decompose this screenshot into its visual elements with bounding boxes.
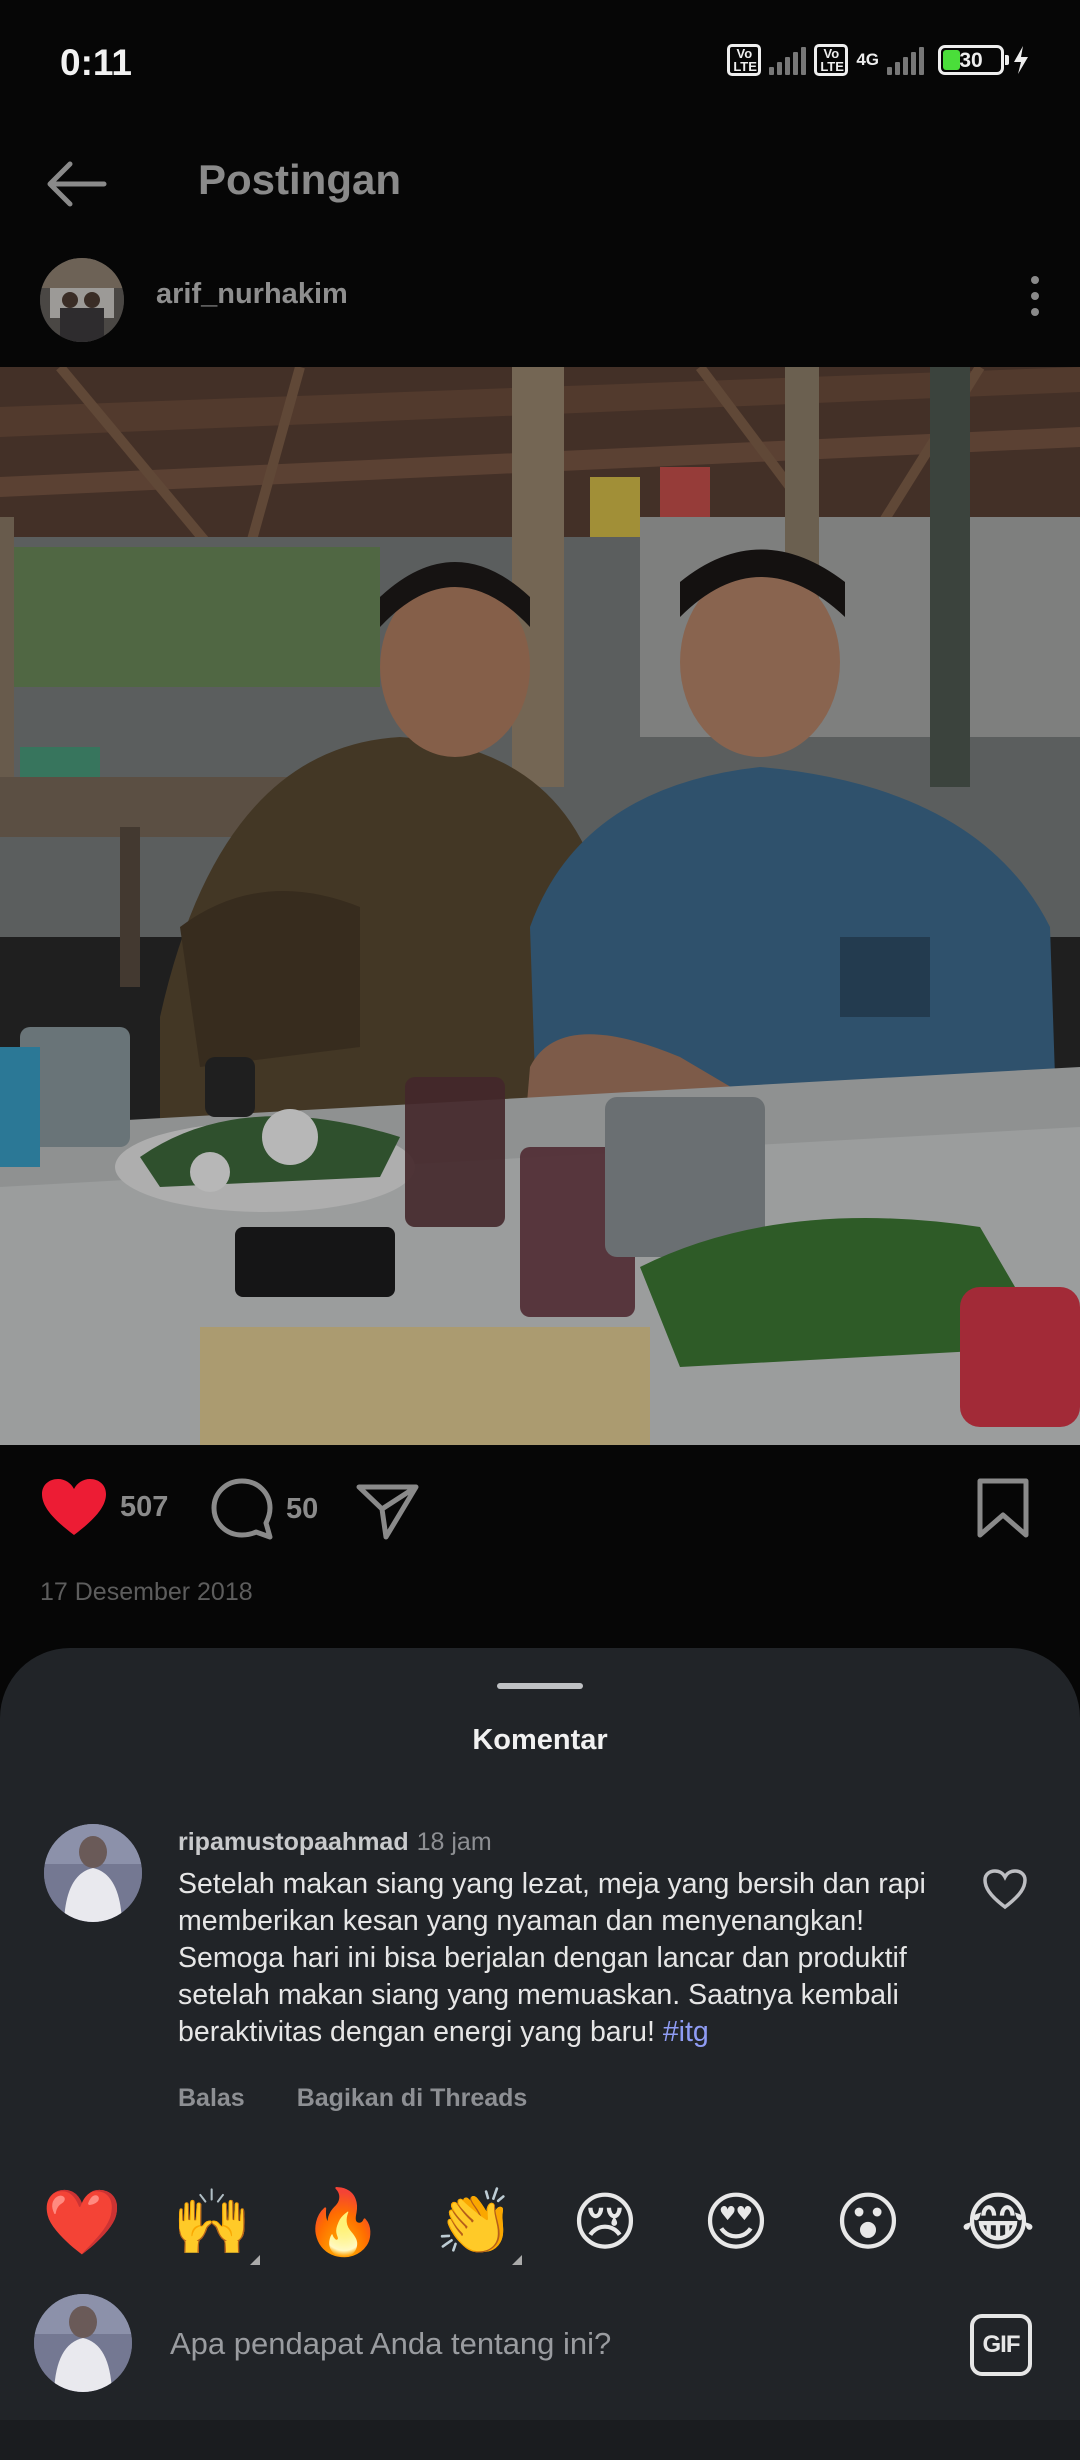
gif-button[interactable]: GIF: [970, 2314, 1032, 2376]
author-username[interactable]: arif_nurhakim: [156, 278, 348, 311]
more-vertical-icon[interactable]: [1020, 268, 1050, 332]
commenter-username[interactable]: ripamustopaahmad: [178, 1828, 409, 1856]
like-action: 507: [40, 1477, 168, 1537]
post-date: 17 Desember 2018: [40, 1578, 253, 1606]
app-header: Postingan: [0, 130, 1080, 240]
battery-level: 30: [959, 49, 983, 72]
commenter-avatar[interactable]: [44, 1824, 142, 1922]
emoji-reaction-bar: ❤️ 🙌 🔥 👏 😢 😍 😮 😂: [0, 2183, 1080, 2273]
network-4g-icon: 4G: [856, 50, 879, 69]
sheet-drag-handle[interactable]: [497, 1683, 583, 1689]
emoji-heart[interactable]: ❤️: [42, 2183, 122, 2263]
heart-filled-icon[interactable]: [40, 1477, 108, 1537]
comment-time: 18 jam: [416, 1828, 492, 1856]
page-title: Postingan: [198, 156, 402, 203]
status-icons: Vo LTE Vo LTE 4G 30: [727, 44, 1030, 76]
post-actions: 507 50: [0, 1455, 1080, 1565]
comment-header: ripamustopaahmad 18 jam: [178, 1828, 492, 1857]
send-icon[interactable]: [356, 1483, 420, 1541]
battery-icon: 30: [938, 45, 1009, 75]
skin-tone-indicator-2: [512, 2255, 522, 2265]
emoji-clapping[interactable]: 👏: [435, 2183, 515, 2263]
status-bar: 0:11 Vo LTE Vo LTE 4G 30: [0, 0, 1080, 130]
volte-icon-2: Vo LTE: [814, 44, 849, 76]
emoji-raised-hands[interactable]: 🙌: [172, 2183, 252, 2263]
bookmark-icon[interactable]: [976, 1477, 1030, 1539]
reply-button[interactable]: Balas: [178, 2084, 245, 2113]
author-avatar[interactable]: [40, 258, 124, 342]
comment-body: Setelah makan siang yang lezat, meja yan…: [178, 1868, 926, 2048]
heart-outline-icon[interactable]: [982, 1868, 1028, 1910]
emoji-crying[interactable]: 😢: [565, 2183, 645, 2263]
comment-count[interactable]: 50: [286, 1493, 318, 1526]
emoji-heart-eyes[interactable]: 😍: [696, 2183, 776, 2263]
system-nav-bar: [0, 2420, 1080, 2460]
comment-item: ripamustopaahmad 18 jam Setelah makan sia…: [0, 1808, 1080, 2112]
arrow-left-icon[interactable]: [40, 154, 110, 214]
comment-input[interactable]: [170, 2314, 930, 2374]
post-photo[interactable]: [0, 367, 1080, 1445]
emoji-laughing[interactable]: 😂: [958, 2183, 1038, 2263]
sheet-title: Komentar: [472, 1724, 608, 1756]
signal-icon-2: [887, 45, 924, 75]
signal-icon: [769, 45, 807, 75]
like-count[interactable]: 507: [120, 1491, 168, 1524]
emoji-surprised[interactable]: 😮: [828, 2183, 908, 2263]
share-threads-button[interactable]: Bagikan di Threads: [297, 2084, 528, 2113]
comment-hashtag[interactable]: #itg: [663, 2016, 709, 2048]
volte-icon: Vo LTE: [727, 44, 762, 76]
comment-text: Setelah makan siang yang lezat, meja yan…: [178, 1866, 938, 2051]
skin-tone-indicator: [250, 2255, 260, 2265]
comments-sheet: Komentar ripamustopaahmad 18 jam Setelah …: [0, 1648, 1080, 2460]
status-time: 0:11: [60, 42, 133, 83]
comment-actions: Balas Bagikan di Threads: [178, 2084, 527, 2113]
comment-compose: GIF: [0, 2278, 1080, 2408]
comment-action: 50: [210, 1477, 318, 1541]
charging-bolt-icon: [1014, 46, 1028, 74]
comment-bubble-icon[interactable]: [210, 1477, 274, 1541]
emoji-fire[interactable]: 🔥: [303, 2183, 383, 2263]
my-avatar: [34, 2294, 132, 2392]
post-author-row: arif_nurhakim: [0, 250, 1080, 365]
